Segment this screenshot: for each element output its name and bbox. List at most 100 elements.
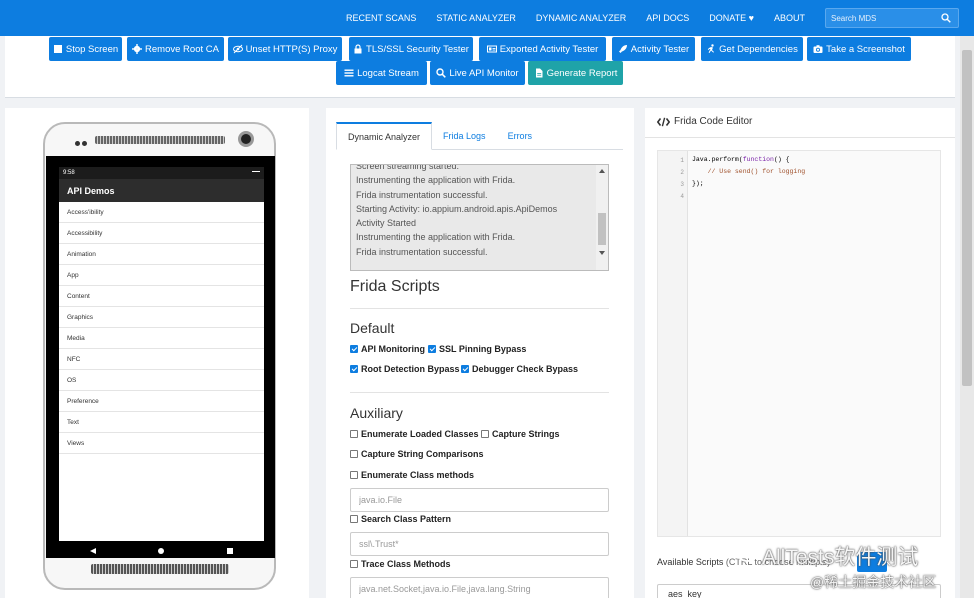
checkbox-icon — [350, 560, 358, 568]
nav-api-docs[interactable]: API DOCS — [646, 13, 689, 23]
list-item[interactable]: Graphics — [59, 307, 264, 328]
bars-icon — [344, 69, 354, 77]
front-camera — [238, 131, 254, 147]
script-option[interactable]: aes_key — [668, 589, 702, 598]
remove-root-ca-button[interactable]: Remove Root CA — [127, 37, 224, 61]
android-nav-bar — [59, 544, 264, 558]
list-item[interactable]: Content — [59, 286, 264, 307]
activity-tester-button[interactable]: Activity Tester — [612, 37, 695, 61]
running-icon — [707, 44, 715, 53]
search-icon — [436, 68, 447, 78]
capture-string-comparisons-checkbox[interactable]: Capture String Comparisons — [350, 449, 484, 459]
recents-icon[interactable] — [226, 548, 233, 554]
live-api-monitor-button[interactable]: Live API Monitor — [430, 61, 525, 85]
divider — [350, 308, 609, 309]
line-number-gutter: 1 2 3 4 — [658, 151, 688, 536]
line-number: 4 — [680, 193, 684, 200]
checkbox-icon — [350, 430, 358, 438]
sensor-dots — [75, 137, 89, 146]
search-input[interactable] — [831, 13, 941, 23]
scroll-down-icon[interactable] — [599, 251, 605, 255]
list-item[interactable]: OS — [59, 370, 264, 391]
divider — [645, 137, 955, 138]
unset-proxy-button[interactable]: Unset HTTP(S) Proxy — [228, 37, 342, 61]
tab-errors[interactable]: Errors — [497, 122, 544, 150]
trace-methods-input[interactable] — [351, 578, 608, 598]
list-item[interactable]: Access'ibility — [59, 202, 264, 223]
list-item[interactable]: Accessibility — [59, 223, 264, 244]
search-icon[interactable] — [941, 13, 951, 23]
checkbox-icon — [350, 471, 358, 479]
frida-editor-panel: Frida Code Editor 1 2 3 4 Java.perform(f… — [645, 108, 955, 598]
debugger-check-bypass-checkbox[interactable]: Debugger Check Bypass — [461, 364, 578, 374]
bottom-speaker-grille — [91, 564, 229, 574]
watermark-subtitle: @稀土掘金技术社区 — [810, 574, 937, 590]
analyzer-tabs: Dynamic Analyzer Frida Logs Errors — [336, 122, 623, 150]
watermark-title: AllTests软件测试 — [762, 546, 919, 569]
list-item[interactable]: Text — [59, 412, 264, 433]
capture-strings-checkbox[interactable]: Capture Strings — [481, 429, 560, 439]
generate-report-button[interactable]: Generate Report — [528, 61, 623, 85]
log-scrollbar[interactable] — [596, 165, 608, 270]
nav-static-analyzer[interactable]: STATIC ANALYZER — [436, 13, 516, 23]
tab-frida-logs[interactable]: Frida Logs — [432, 122, 497, 150]
search-class-pattern-checkbox[interactable]: Search Class Pattern — [350, 514, 451, 524]
log-line: Instrumenting the application with Frida… — [356, 232, 516, 243]
class-pattern-field — [350, 532, 609, 556]
take-screenshot-button[interactable]: Take a Screenshot — [807, 37, 911, 61]
class-methods-input[interactable] — [351, 489, 608, 511]
list-item[interactable]: Preference — [59, 391, 264, 412]
list-item[interactable]: NFC — [59, 349, 264, 370]
nav-recent-scans[interactable]: RECENT SCANS — [346, 13, 416, 23]
tls-tester-button[interactable]: TLS/SSL Security Tester — [349, 37, 473, 61]
enumerate-class-methods-checkbox[interactable]: Enumerate Class methods — [350, 470, 474, 480]
tab-dynamic-analyzer[interactable]: Dynamic Analyzer — [336, 122, 433, 150]
analyzer-panel: Dynamic Analyzer Frida Logs Errors Scree… — [326, 108, 634, 598]
ssl-pinning-bypass-checkbox[interactable]: SSL Pinning Bypass — [428, 344, 526, 354]
log-line: Frida instrumentation successful. — [356, 246, 488, 257]
log-line: Activity Started — [356, 218, 417, 229]
nav-donate[interactable]: DONATE ♥ — [709, 13, 754, 23]
home-icon[interactable] — [158, 548, 165, 554]
scroll-up-icon[interactable] — [599, 169, 605, 173]
gear-icon — [132, 44, 143, 54]
get-dependencies-button[interactable]: Get Dependencies — [701, 37, 803, 61]
list-item[interactable]: App — [59, 265, 264, 286]
status-bar: 9:58 — [59, 167, 264, 179]
nav-dynamic-analyzer[interactable]: DYNAMIC ANALYZER — [536, 13, 626, 23]
code-editor[interactable]: 1 2 3 4 Java.perform(function() { // Use… — [657, 150, 941, 537]
app-window: 9:58 API Demos Access'ibility Accessibil… — [59, 167, 264, 541]
root-detection-bypass-checkbox[interactable]: Root Detection Bypass — [350, 364, 460, 374]
page-scrollbar[interactable] — [960, 36, 974, 598]
phone-frame: 9:58 API Demos Access'ibility Accessibil… — [43, 122, 276, 590]
back-icon[interactable] — [90, 548, 97, 554]
enumerate-loaded-classes-checkbox[interactable]: Enumerate Loaded Classes — [350, 429, 479, 439]
device-panel: 9:58 API Demos Access'ibility Accessibil… — [5, 108, 309, 598]
auxiliary-heading: Auxiliary — [350, 405, 403, 421]
stop-screen-button[interactable]: Stop Screen — [49, 37, 122, 61]
checkbox-icon — [350, 515, 358, 523]
line-number: 1 — [680, 157, 684, 164]
eye-slash-icon — [232, 44, 243, 54]
checkbox-checked-icon — [350, 365, 358, 373]
checkbox-checked-icon — [428, 345, 436, 353]
scroll-thumb[interactable] — [598, 213, 606, 245]
list-item[interactable]: Animation — [59, 244, 264, 265]
activity-log[interactable]: Screen streaming started. Instrumenting … — [350, 164, 609, 271]
device-screen[interactable]: 9:58 API Demos Access'ibility Accessibil… — [46, 156, 275, 558]
editor-title: Frida Code Editor — [657, 116, 752, 127]
nav-about[interactable]: ABOUT — [774, 13, 805, 23]
exported-activity-tester-button[interactable]: Exported Activity Tester — [479, 37, 606, 61]
search-box — [825, 8, 959, 28]
checkbox-icon — [481, 430, 489, 438]
api-monitoring-checkbox[interactable]: API Monitoring — [350, 344, 425, 354]
trace-class-methods-checkbox[interactable]: Trace Class Methods — [350, 559, 451, 569]
top-navbar: RECENT SCANS STATIC ANALYZER DYNAMIC ANA… — [0, 0, 974, 36]
class-pattern-input[interactable] — [351, 533, 608, 555]
page-scroll-thumb[interactable] — [962, 50, 972, 386]
list-item[interactable]: Views — [59, 433, 264, 454]
log-line: Instrumenting the application with Frida… — [356, 175, 516, 186]
logcat-stream-button[interactable]: Logcat Stream — [336, 61, 427, 85]
log-line: Frida instrumentation successful. — [356, 189, 488, 200]
list-item[interactable]: Media — [59, 328, 264, 349]
